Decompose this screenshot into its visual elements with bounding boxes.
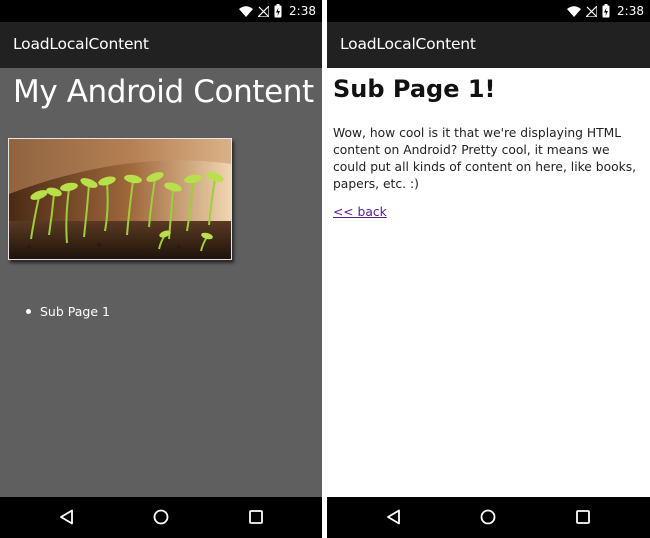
back-icon[interactable] [59, 509, 75, 525]
clock: 2:38 [289, 4, 316, 18]
back-icon[interactable] [386, 509, 402, 525]
app-title: LoadLocalContent [340, 35, 476, 53]
battery-charging-icon [274, 4, 282, 18]
webview-content[interactable]: My Android Content Sub Page 1 [0, 68, 322, 497]
home-icon[interactable] [480, 509, 496, 525]
app-title: LoadLocalContent [13, 35, 149, 53]
list-item-sub-page-1[interactable]: Sub Page 1 [0, 304, 110, 319]
page-link-list: Sub Page 1 [0, 304, 110, 319]
page-heading: My Android Content [13, 74, 314, 110]
right-screen: 2:38 LoadLocalContent Sub Page 1! Wow, h… [327, 0, 650, 538]
sub-page-1-link[interactable]: Sub Page 1 [40, 304, 110, 319]
navigation-bar [0, 497, 322, 538]
bullet [26, 309, 31, 314]
home-icon[interactable] [153, 509, 169, 525]
sprouts-photo [8, 138, 232, 260]
clock: 2:38 [617, 4, 644, 18]
app-bar: LoadLocalContent [0, 22, 322, 68]
wifi-icon [567, 5, 582, 17]
no-signal-icon [258, 5, 270, 17]
app-bar: LoadLocalContent [327, 22, 650, 68]
status-bar: 2:38 [0, 0, 322, 22]
webview-content[interactable]: Sub Page 1! Wow, how cool is it that we'… [327, 68, 650, 497]
status-bar: 2:38 [327, 0, 650, 22]
no-signal-icon [586, 5, 598, 17]
recents-icon[interactable] [575, 509, 591, 525]
recents-icon[interactable] [248, 509, 264, 525]
navigation-bar [327, 497, 650, 538]
wifi-icon [239, 5, 254, 17]
body-paragraph: Wow, how cool is it that we're displayin… [333, 126, 637, 191]
page-heading: Sub Page 1! [333, 75, 496, 103]
left-screen: 2:38 LoadLocalContent My Android Content [0, 0, 322, 538]
back-link[interactable]: << back [333, 205, 387, 219]
battery-charging-icon [602, 4, 610, 18]
